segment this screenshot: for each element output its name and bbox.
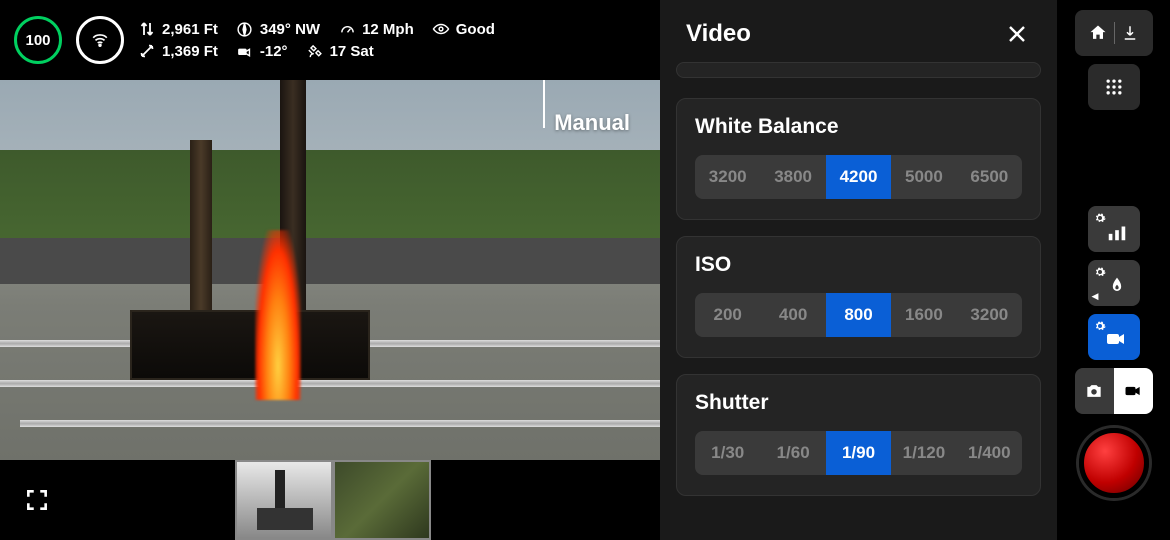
gimbal-icon	[236, 42, 254, 60]
white-balance-label: White Balance	[695, 115, 1022, 139]
white-balance-selector: 32003800420050006500	[695, 155, 1022, 199]
feed-bottom-bar	[0, 460, 660, 540]
video-mode-button[interactable]	[1114, 368, 1153, 414]
thumbnail-map[interactable]	[333, 460, 431, 540]
gimbal-readout: -12°	[236, 42, 288, 60]
record-button[interactable]	[1079, 428, 1149, 498]
capture-mode-toggle[interactable]	[1075, 368, 1153, 414]
iso-label: ISO	[695, 253, 1022, 277]
close-button[interactable]	[1003, 20, 1031, 48]
seg-option[interactable]: 4200	[826, 155, 891, 199]
home-rtl-button[interactable]	[1075, 10, 1153, 56]
thumbnail-thermal[interactable]	[235, 460, 333, 540]
shutter-selector: 1/301/601/901/1201/400	[695, 431, 1022, 475]
video-settings-panel: Video White Balance 32003800420050006500…	[660, 0, 1057, 540]
seg-option[interactable]: 6500	[957, 155, 1022, 199]
seg-option[interactable]: 1/90	[826, 431, 891, 475]
video-feed[interactable]: Manual	[0, 80, 660, 460]
feed-pane: 100 2,961 Ft 349° NW	[0, 0, 660, 540]
feed-divider	[543, 80, 545, 128]
seg-option[interactable]: 400	[760, 293, 825, 337]
video-settings-button[interactable]	[1088, 314, 1140, 360]
map-settings-button[interactable]	[1088, 206, 1140, 252]
seg-option[interactable]: 3200	[695, 155, 760, 199]
signal-readout: Good	[432, 20, 495, 38]
seg-option[interactable]: 5000	[891, 155, 956, 199]
speed-icon	[338, 20, 356, 38]
altitude-readout: 2,961 Ft	[138, 20, 218, 38]
wifi-indicator[interactable]	[76, 16, 124, 64]
compass-icon	[236, 20, 254, 38]
satellite-icon	[306, 42, 324, 60]
chevron-left-icon: ◀	[1092, 291, 1099, 302]
telemetry-bar: 100 2,961 Ft 349° NW	[0, 0, 660, 80]
shutter-label: Shutter	[695, 391, 1022, 415]
battery-value: 100	[25, 32, 50, 49]
seg-option[interactable]: 1/400	[957, 431, 1022, 475]
altitude-icon	[138, 20, 156, 38]
panel-title: Video	[686, 20, 751, 48]
gear-icon	[1094, 320, 1106, 332]
right-sidebar: ◀	[1057, 0, 1170, 540]
speed-readout: 12 Mph	[338, 20, 414, 38]
fullscreen-button[interactable]	[22, 485, 52, 515]
distance-readout: 1,369 Ft	[138, 42, 218, 60]
seg-option[interactable]: 1/30	[695, 431, 760, 475]
thermal-settings-button[interactable]: ◀	[1088, 260, 1140, 306]
battery-indicator[interactable]: 100	[14, 16, 62, 64]
shutter-group: Shutter 1/301/601/901/1201/400	[676, 374, 1041, 496]
distance-icon	[138, 42, 156, 60]
panel-prev-card	[676, 62, 1041, 78]
mode-label: Manual	[554, 110, 630, 136]
seg-option[interactable]: 3800	[760, 155, 825, 199]
gear-icon	[1094, 266, 1106, 278]
satellite-readout: 17 Sat	[306, 42, 374, 60]
seg-option[interactable]: 200	[695, 293, 760, 337]
eye-icon	[432, 20, 450, 38]
iso-selector: 20040080016003200	[695, 293, 1022, 337]
seg-option[interactable]: 1600	[891, 293, 956, 337]
seg-option[interactable]: 3200	[957, 293, 1022, 337]
wifi-icon	[91, 31, 109, 49]
heading-readout: 349° NW	[236, 20, 320, 38]
gear-icon	[1094, 212, 1106, 224]
iso-group: ISO 20040080016003200	[676, 236, 1041, 358]
seg-option[interactable]: 1/60	[760, 431, 825, 475]
white-balance-group: White Balance 32003800420050006500	[676, 98, 1041, 220]
seg-option[interactable]: 1/120	[891, 431, 956, 475]
seg-option[interactable]: 800	[826, 293, 891, 337]
photo-mode-button[interactable]	[1075, 368, 1114, 414]
grid-menu-button[interactable]	[1088, 64, 1140, 110]
